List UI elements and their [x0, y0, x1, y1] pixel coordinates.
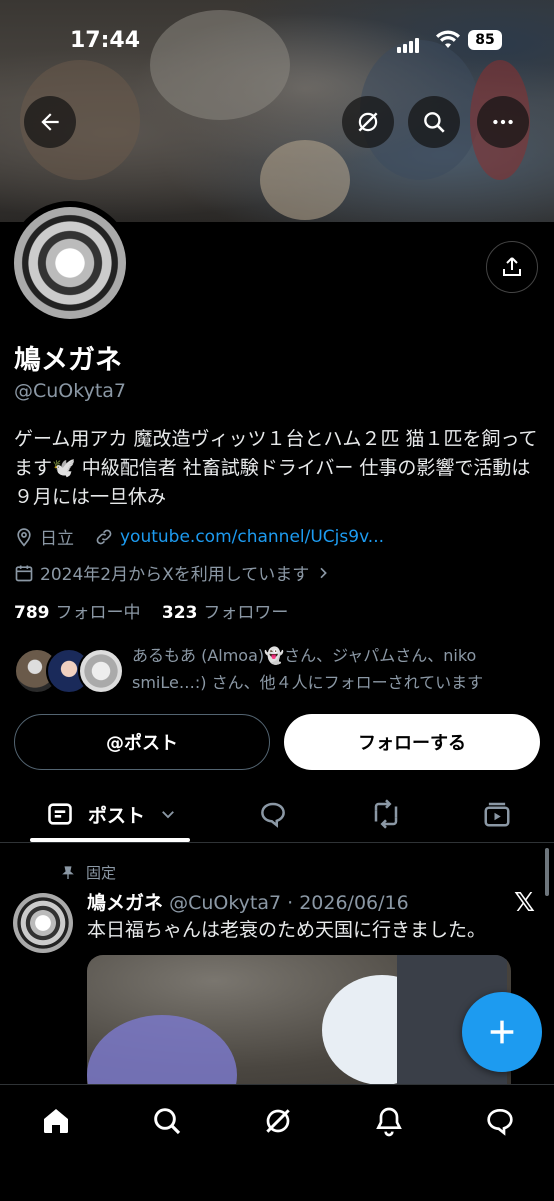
followed-by-text[interactable]: あるもあ (Almoa)👻さん、ジャパムさん、niko smiLe…:) さん、…: [132, 642, 532, 696]
search-button[interactable]: [408, 96, 460, 148]
chevron-down-icon: [162, 811, 174, 819]
following-count: 789: [14, 603, 50, 623]
post-header: 鳩メガネ @CuOkyta7 · 2026/06/16: [87, 888, 409, 915]
following-link[interactable]: 789 フォロー中: [14, 603, 141, 623]
pin-icon: [62, 865, 74, 879]
chevron-right-icon: [320, 567, 328, 578]
tab-posts-label: ポスト: [88, 804, 146, 827]
nav-grok[interactable]: [258, 1101, 298, 1141]
posts-icon: [48, 803, 72, 825]
notifications-icon: [376, 1107, 402, 1137]
share-icon: [503, 257, 521, 276]
status-time: 17:44: [70, 28, 141, 53]
more-icon: [493, 119, 513, 125]
profile-tabs: ポスト: [0, 786, 554, 843]
grok-icon: [266, 1109, 290, 1133]
repost-icon: [374, 799, 398, 829]
tab-media[interactable]: [482, 786, 512, 842]
video-icon: [484, 802, 510, 827]
nav-messages[interactable]: [480, 1101, 520, 1141]
followers-count: 323: [161, 603, 198, 623]
messages-icon: [487, 1108, 513, 1136]
post-author-name[interactable]: 鳩メガネ: [87, 892, 163, 914]
post-text: 本日福ちゃんは老衰のため天国に行きました。: [87, 919, 487, 941]
pinned-text: 固定: [86, 864, 117, 882]
pinned-label: 固定: [60, 862, 116, 883]
location-icon: [17, 527, 31, 547]
profile-avatar[interactable]: [8, 201, 132, 325]
reply-icon: [261, 802, 285, 828]
tab-reposts[interactable]: [370, 786, 402, 842]
back-icon: [41, 113, 59, 131]
following-label: フォロー中: [55, 603, 141, 623]
bottom-navigation: [0, 1084, 554, 1201]
tab-posts[interactable]: ポスト: [46, 786, 177, 842]
link-icon: [96, 529, 112, 544]
search-icon: [424, 112, 445, 133]
calendar-icon: [15, 565, 33, 581]
compose-button[interactable]: [462, 992, 542, 1072]
active-tab-indicator: [30, 838, 190, 842]
post-media-image[interactable]: [87, 955, 511, 1085]
joined-text: 2024年2月からXを利用しています: [40, 565, 310, 585]
profile-bio: ゲーム用アカ 魔改造ヴィッツ１台とハム２匹 猫１匹を飼ってます🕊️ 中級配信者 …: [14, 428, 538, 508]
display-name: 鳩メガネ: [14, 345, 122, 376]
followers-label: フォロワー: [203, 603, 289, 623]
more-button[interactable]: [477, 96, 529, 148]
post-meta: @CuOkyta7 · 2026/06/16: [169, 892, 409, 914]
joined-date[interactable]: 2024年2月からXを利用しています: [14, 560, 331, 585]
follow-button[interactable]: フォローする: [284, 714, 540, 770]
nav-notifications[interactable]: [369, 1101, 409, 1141]
home-icon: [44, 1109, 68, 1133]
compose-icon: [490, 1020, 514, 1044]
share-button[interactable]: [486, 241, 538, 293]
status-bar: 17:44 85: [0, 22, 554, 62]
follow-counts: 789 フォロー中 323 フォロワー: [14, 598, 288, 623]
profile-location: 日立: [40, 529, 74, 549]
cellular-signal-icon: [397, 34, 421, 53]
post-author-avatar[interactable]: [13, 893, 73, 953]
profile-link[interactable]: youtube.com/channel/UCjs9v...: [120, 527, 384, 547]
scrollbar[interactable]: [545, 848, 549, 896]
back-button[interactable]: [24, 96, 76, 148]
avatar-image: [14, 207, 126, 319]
grok-button[interactable]: [342, 96, 394, 148]
battery-indicator: 85: [468, 30, 502, 50]
wifi-icon: [435, 30, 461, 54]
followers-link[interactable]: 323 フォロワー: [162, 603, 289, 623]
nav-explore[interactable]: [147, 1101, 187, 1141]
tab-replies[interactable]: [258, 786, 288, 842]
x-logo-icon: 𝕏: [514, 888, 535, 918]
nav-home[interactable]: [36, 1101, 76, 1141]
user-handle: @CuOkyta7: [14, 380, 127, 402]
mention-post-button[interactable]: @ポスト: [14, 714, 270, 770]
follower-avatar: [78, 648, 124, 694]
profile-meta: 日立 youtube.com/channel/UCjs9v...: [14, 524, 384, 549]
explore-icon: [154, 1108, 181, 1135]
grok-icon: [358, 112, 378, 132]
